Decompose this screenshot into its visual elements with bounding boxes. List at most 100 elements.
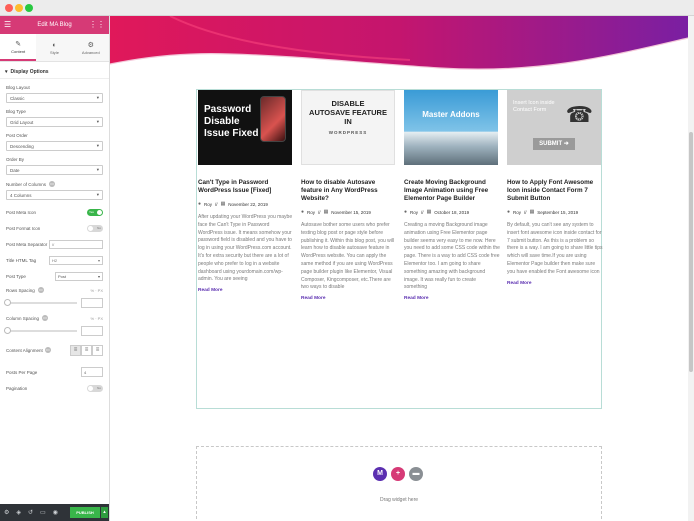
post-type-select[interactable]: Post ▾ [55, 271, 103, 281]
blog-card: Insert Icon inside Contact Form ☎ SUBMIT… [507, 90, 603, 286]
align-center-icon[interactable]: ≡ [81, 344, 92, 356]
post-title[interactable]: Can't Type in Password WordPress Issue [… [198, 179, 294, 195]
post-meta-separator-input[interactable]: // [49, 239, 103, 249]
thumb-caption: Master Addons [422, 110, 480, 119]
tab-content-label: Content [11, 48, 26, 54]
caret-down-icon: ▾ [5, 68, 8, 75]
canvas-scrollbar[interactable] [688, 16, 694, 521]
post-order-value: Descending [10, 143, 34, 149]
number-of-columns-label: Number of Columns ▭ [6, 181, 103, 187]
post-title[interactable]: How to Apply Font Awesome Icon inside Co… [507, 179, 603, 203]
publish-options-caret-icon[interactable]: ▴ [101, 507, 108, 518]
window-close-button[interactable] [5, 4, 13, 12]
read-more-link[interactable]: Read More [301, 296, 397, 301]
editor-preview-canvas: Password Disable Issue Fixed Can't Type … [110, 16, 688, 521]
post-meta-icon-row: Post Meta Icon Yes [6, 204, 103, 220]
align-left-icon[interactable]: ≡ [70, 344, 81, 356]
column-spacing-unit[interactable]: % · PX [91, 316, 103, 321]
read-more-link[interactable]: Read More [507, 281, 603, 286]
post-thumbnail[interactable]: Insert Icon inside Contact Form ☎ SUBMIT… [507, 90, 601, 165]
calendar-icon: ▦ [323, 209, 329, 215]
blog-type-value: Grid Layout [10, 119, 34, 125]
post-title[interactable]: How to disable Autosave feature in Any W… [301, 179, 397, 203]
column-spacing-slider[interactable] [4, 327, 77, 334]
number-of-columns-select[interactable]: 4 Columns ▾ [6, 190, 103, 200]
layers-icon[interactable]: ◈ [16, 509, 21, 516]
responsive-icon[interactable]: ▭ [44, 347, 51, 353]
responsive-mode-icon[interactable]: ▭ [40, 509, 46, 516]
add-template-folder-icon[interactable]: ▬ [409, 467, 423, 481]
align-right-icon[interactable]: ≡ [92, 344, 103, 356]
ma-blog-widget[interactable]: Password Disable Issue Fixed Can't Type … [196, 89, 603, 409]
preview-eye-icon[interactable]: ◉ [53, 509, 58, 516]
post-title[interactable]: Create Moving Background Image Animation… [404, 179, 500, 203]
blog-layout-select[interactable]: Classic ▾ [6, 93, 103, 103]
slider-handle[interactable] [4, 327, 11, 334]
chevron-down-icon: ▾ [96, 143, 99, 148]
rows-spacing-unit[interactable]: % · PX [91, 288, 103, 293]
rows-spacing-text: Rows Spacing [6, 287, 35, 293]
post-meta-separator-label: Post Meta Separator [6, 241, 48, 247]
post-type-label: Post Type [6, 273, 26, 279]
rows-spacing-input[interactable] [81, 298, 103, 308]
thumb-caption: Password Disable Issue Fixed [204, 104, 259, 139]
column-spacing-input[interactable] [81, 326, 103, 336]
responsive-icon[interactable]: ▭ [49, 181, 56, 187]
panel-title: Edit MA Blog [37, 22, 72, 28]
posts-per-page-input[interactable]: 4 [81, 367, 103, 377]
tab-advanced[interactable]: ⚙ Advanced [73, 34, 109, 61]
pagination-toggle[interactable]: No [87, 384, 103, 392]
responsive-icon[interactable]: ▭ [42, 315, 49, 321]
rows-spacing-slider-row [4, 296, 103, 310]
scrollbar-thumb[interactable] [689, 132, 693, 372]
order-by-select[interactable]: Date ▾ [6, 165, 103, 175]
post-date: November 15, 2019 [331, 209, 371, 215]
window-minimize-button[interactable] [15, 4, 23, 12]
post-meta-icon-toggle[interactable]: Yes [87, 208, 103, 216]
post-date: November 22, 2019 [228, 201, 268, 207]
post-format-icon-toggle[interactable]: No [87, 224, 103, 232]
title-html-tag-select[interactable]: H2 ▾ [49, 255, 103, 265]
window-zoom-button[interactable] [25, 4, 33, 12]
post-author[interactable]: Roy [204, 202, 212, 207]
blog-layout-value: Classic [10, 95, 25, 101]
rows-spacing-slider[interactable] [4, 299, 77, 306]
chevron-down-icon: ▾ [97, 257, 100, 263]
chevron-down-icon: ▾ [97, 273, 100, 279]
tab-style[interactable]: ◐ Style [36, 34, 72, 61]
window-titlebar [0, 0, 694, 16]
meta-separator: // [421, 209, 424, 215]
read-more-link[interactable]: Read More [404, 296, 500, 301]
widgets-grid-icon[interactable]: ⋮⋮ [89, 20, 105, 30]
telephone-icon: ☎ [565, 102, 593, 127]
read-more-link[interactable]: Read More [198, 288, 294, 293]
post-order-select[interactable]: Descending ▾ [6, 141, 103, 151]
slider-handle[interactable] [4, 299, 11, 306]
post-meta: ● Roy // ▦ October 18, 2019 [404, 209, 500, 215]
publish-button[interactable]: PUBLISH [70, 507, 100, 518]
widget-drop-zone[interactable]: M + ▬ Drag widget here [196, 446, 602, 521]
post-author[interactable]: Roy [410, 210, 418, 215]
post-thumbnail[interactable]: Password Disable Issue Fixed [198, 90, 292, 165]
settings-icon[interactable]: ⚙ [4, 509, 9, 516]
responsive-icon[interactable]: ▭ [37, 287, 44, 293]
blog-card: Password Disable Issue Fixed Can't Type … [198, 90, 294, 293]
post-meta-icon-label: Post Meta Icon [6, 209, 37, 215]
post-excerpt: By default, you can't see any system to … [507, 222, 603, 275]
post-thumbnail[interactable]: Master Addons [404, 90, 498, 165]
column-spacing-label: Column Spacing ▭ % · PX [6, 315, 103, 321]
order-by-value: Date [10, 167, 20, 173]
calendar-icon: ▦ [220, 201, 226, 207]
post-thumbnail[interactable]: DISABLE AUTOSAVE FEATURE IN WORDPRESS [301, 90, 395, 165]
hamburger-menu-icon[interactable]: ☰ [4, 20, 11, 30]
history-icon[interactable]: ↺ [28, 509, 33, 516]
post-author[interactable]: Roy [513, 210, 521, 215]
post-author[interactable]: Roy [307, 210, 315, 215]
add-section-plus-icon[interactable]: + [391, 467, 405, 481]
tab-content[interactable]: ✎ Content [0, 34, 37, 61]
blog-card: DISABLE AUTOSAVE FEATURE IN WORDPRESS Ho… [301, 90, 397, 301]
section-display-options[interactable]: ▾ Display Options [0, 65, 109, 79]
blog-type-select[interactable]: Grid Layout ▾ [6, 117, 103, 127]
chevron-down-icon: ▾ [96, 95, 99, 100]
master-addons-icon[interactable]: M [373, 467, 387, 481]
